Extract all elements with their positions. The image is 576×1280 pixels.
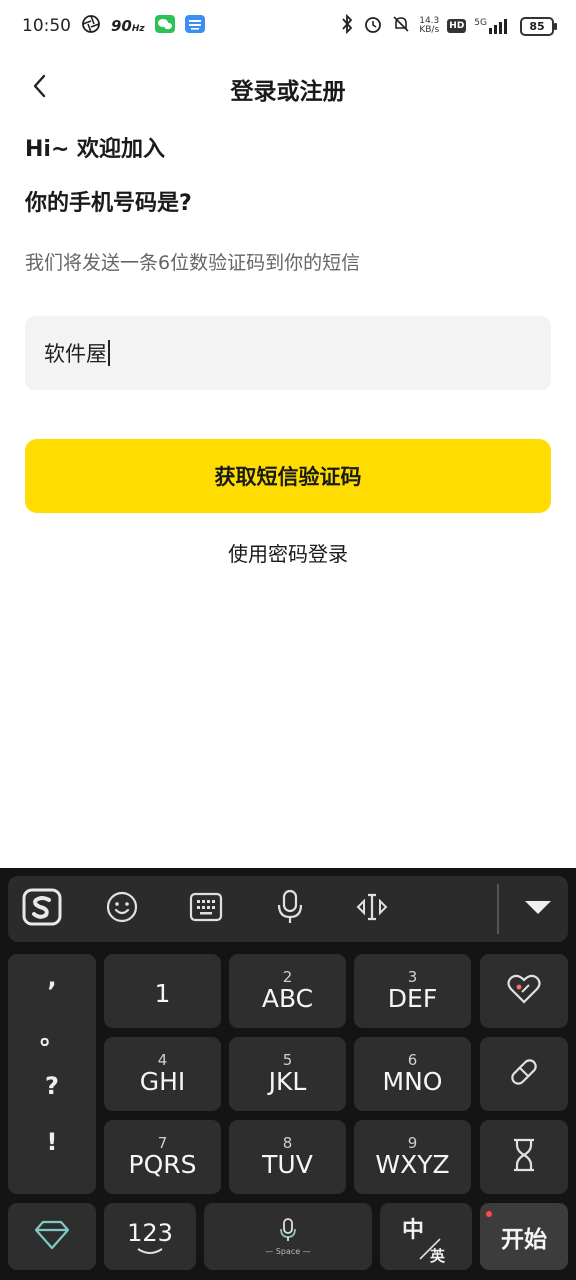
punct-comma[interactable]: , (8, 964, 96, 992)
notification-dot (486, 1211, 492, 1217)
key-label: PQRS (128, 1150, 197, 1179)
hourglass-key[interactable] (480, 1120, 568, 1194)
key-4-ghi[interactable]: 4 GHI (104, 1037, 221, 1111)
battery-indicator: 85 (520, 16, 557, 36)
key-number: 7 (157, 1134, 168, 1152)
status-bar: 10:50 90Hz 14.3 KB/s HD 5G 85 (0, 0, 576, 54)
key-number: 2 (282, 968, 293, 986)
bluetooth-icon (339, 13, 355, 38)
refresh-rate-value: 90 (111, 17, 132, 35)
start-key[interactable]: 开始 (480, 1203, 568, 1270)
key-number: 8 (282, 1134, 293, 1152)
header: 登录或注册 (0, 62, 576, 114)
key-label: MNO (382, 1067, 443, 1096)
keyboard-icon (189, 892, 223, 926)
key-7-pqrs[interactable]: 7 PQRS (104, 1120, 221, 1194)
start-key-label: 开始 (501, 1226, 547, 1253)
page-title: 登录或注册 (230, 79, 346, 105)
key-9-wxyz[interactable]: 9 WXYZ (354, 1120, 471, 1194)
smile-underline-icon (137, 1247, 163, 1254)
get-sms-code-button[interactable]: 获取短信验证码 (25, 439, 551, 513)
key-6-mno[interactable]: 6 MNO (354, 1037, 471, 1111)
keyboard-switch-button[interactable] (184, 887, 228, 931)
emoji-button[interactable] (100, 887, 144, 931)
network-label: 5G (474, 18, 487, 28)
lang-bottom-label: 英 (430, 1247, 446, 1265)
aperture-icon (81, 14, 101, 38)
toolbar-divider (497, 884, 499, 934)
phone-question: 你的手机号码是? (25, 191, 192, 216)
key-number: 3 (407, 968, 418, 986)
key-8-tuv[interactable]: 8 TUV (229, 1120, 346, 1194)
key-label: GHI (139, 1067, 186, 1096)
phone-input[interactable]: 软件屋 (25, 316, 551, 390)
gem-icon (34, 1220, 70, 1254)
status-right: 14.3 KB/s HD 5G 85 (339, 13, 557, 38)
cursor-move-icon (354, 891, 390, 927)
key-label: TUV (262, 1150, 313, 1179)
phone-input-value: 软件屋 (44, 342, 107, 366)
lang-switch-graphic: 中 英 (402, 1218, 446, 1265)
key-label: ABC (261, 984, 314, 1013)
punctuation-column[interactable]: , 。 ? ! (8, 954, 96, 1194)
space-key[interactable]: — Space — (204, 1203, 372, 1270)
voice-input-button[interactable] (268, 887, 312, 931)
greeting-text: Hi~ 欢迎加入 (25, 137, 166, 162)
sms-hint: 我们将发送一条6位数验证码到你的短信 (25, 252, 361, 274)
numbers-key[interactable]: 123 (104, 1203, 196, 1270)
key-label: WXYZ (375, 1150, 450, 1179)
hourglass-icon (509, 1137, 539, 1177)
alarm-icon (363, 14, 383, 38)
sogou-logo-icon (22, 887, 62, 931)
heart-tag-icon (507, 973, 541, 1009)
text-caret (108, 340, 110, 366)
key-number: 4 (157, 1051, 168, 1069)
hd-badge: HD (447, 19, 467, 33)
language-switch-key[interactable]: 中 英 (380, 1203, 472, 1270)
heart-tag-key[interactable] (480, 954, 568, 1028)
key-1[interactable]: 1 (104, 954, 221, 1028)
collapse-keyboard-button[interactable] (516, 887, 560, 931)
collapse-keyboard-icon (523, 897, 553, 921)
numbers-key-label: 123 (127, 1218, 173, 1247)
gem-key[interactable] (8, 1203, 96, 1270)
punct-question[interactable]: ? (8, 1072, 96, 1100)
key-number: 6 (407, 1051, 418, 1069)
microphone-icon (275, 889, 305, 929)
punct-exclaim[interactable]: ! (8, 1128, 96, 1156)
punct-period[interactable]: 。 (8, 1016, 96, 1051)
key-label: 1 (154, 979, 171, 1008)
key-3-def[interactable]: 3 DEF (354, 954, 471, 1028)
net-speed: 14.3 KB/s (419, 17, 439, 35)
pill-key[interactable] (480, 1037, 568, 1111)
status-left: 10:50 90Hz (22, 14, 205, 38)
key-number: 9 (407, 1134, 418, 1152)
cursor-move-button[interactable] (350, 887, 394, 931)
soft-keyboard: , 。 ? ! 1 2 ABC 3 DEF 4 GHI 5 JKL 6 MNO (0, 868, 576, 1280)
key-5-jkl[interactable]: 5 JKL (229, 1037, 346, 1111)
lang-top-label: 中 (402, 1218, 424, 1243)
space-mic-icon (278, 1217, 298, 1247)
net-speed-unit: KB/s (419, 25, 440, 35)
sogou-logo-button[interactable] (20, 887, 64, 931)
emoji-icon (105, 890, 139, 928)
key-label: JKL (268, 1067, 307, 1096)
keyboard-toolbar (8, 876, 568, 942)
key-2-abc[interactable]: 2 ABC (229, 954, 346, 1028)
pill-icon (507, 1055, 541, 1093)
space-label: — Space — (265, 1247, 311, 1256)
signal-icon: 5G (474, 18, 512, 34)
status-time: 10:50 (22, 16, 71, 36)
mute-icon (391, 14, 411, 38)
wechat-icon (154, 15, 175, 37)
keyboard-notify-icon (184, 15, 205, 37)
key-label: DEF (387, 984, 438, 1013)
refresh-rate-unit: Hz (131, 24, 145, 34)
password-login-link[interactable]: 使用密码登录 (0, 538, 576, 567)
space-label-text: Space (275, 1247, 301, 1256)
key-number: 5 (282, 1051, 293, 1069)
refresh-rate: 90Hz (111, 17, 145, 35)
